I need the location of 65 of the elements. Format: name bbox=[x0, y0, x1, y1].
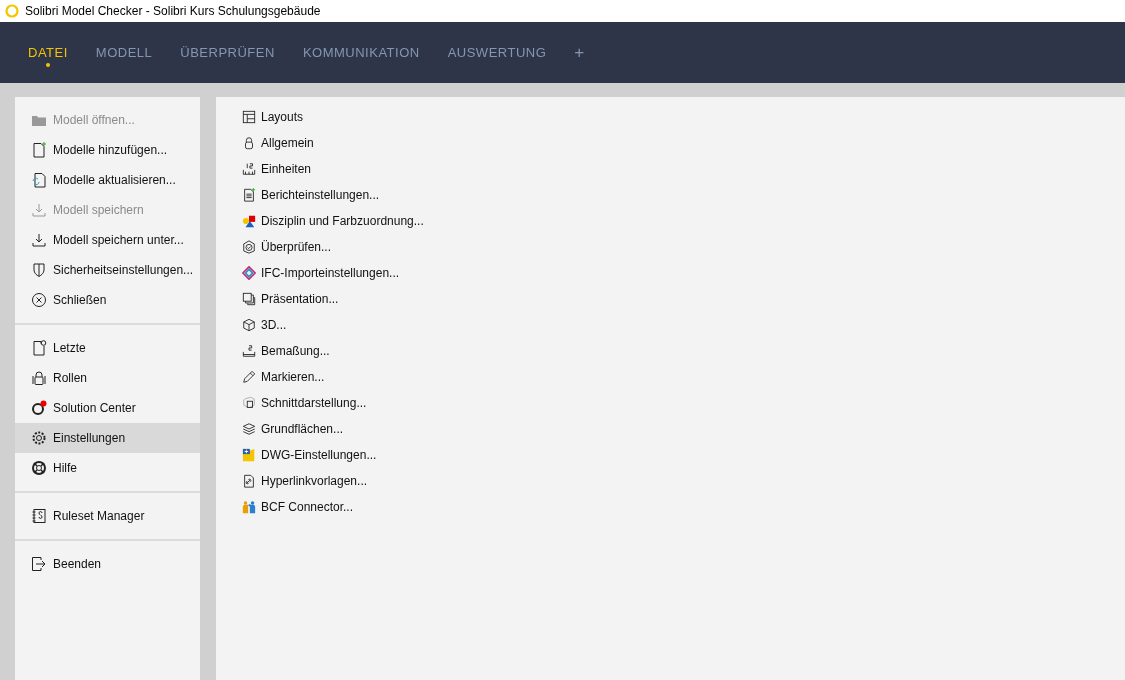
settings-link[interactable]: Schnittdarstellung... bbox=[242, 390, 367, 416]
gear-icon bbox=[31, 430, 47, 446]
settings-link[interactable]: Präsentation... bbox=[242, 286, 339, 312]
sidebar-item[interactable]: Letzte bbox=[15, 333, 200, 363]
document-add-icon bbox=[242, 188, 256, 202]
sidebar-item[interactable]: Modelle hinzufügen... bbox=[15, 135, 200, 165]
notebook-icon bbox=[31, 508, 47, 524]
settings-link[interactable]: Layouts bbox=[242, 104, 304, 130]
ring-dot-icon bbox=[31, 400, 47, 416]
exit-icon bbox=[31, 556, 47, 572]
layout-icon bbox=[242, 110, 256, 124]
settings-link[interactable]: Markieren... bbox=[242, 364, 325, 390]
download-icon bbox=[31, 232, 47, 248]
ruler-icon bbox=[242, 162, 256, 176]
sidebar-item[interactable]: Modell speichern unter... bbox=[15, 225, 200, 255]
document-link-icon bbox=[242, 474, 256, 488]
sidebar-item[interactable]: Solution Center bbox=[15, 393, 200, 423]
menu-tab[interactable]: AUSWERTUNG bbox=[433, 37, 561, 68]
sidebar-item[interactable]: Hilfe bbox=[15, 453, 200, 483]
settings-link[interactable]: IFC-Importeinstellungen... bbox=[242, 260, 400, 286]
settings-link[interactable]: DWG-Einstellungen... bbox=[242, 442, 377, 468]
app-logo-icon bbox=[5, 4, 19, 18]
close-icon bbox=[31, 292, 47, 308]
section-cube-icon bbox=[242, 396, 256, 410]
sidebar-item[interactable]: Einstellungen bbox=[15, 423, 200, 453]
settings-link[interactable]: Hyperlinkvorlagen... bbox=[242, 468, 368, 494]
menu-tab[interactable]: KOMMUNIKATION bbox=[288, 37, 434, 68]
document-refresh-icon bbox=[31, 172, 47, 188]
slides-icon bbox=[242, 292, 256, 306]
sidebar-item[interactable]: Modelle aktualisieren... bbox=[15, 165, 200, 195]
download-icon bbox=[31, 202, 47, 218]
shield-icon bbox=[31, 262, 47, 278]
settings-link[interactable]: BCF Connector... bbox=[242, 494, 354, 520]
diamond-icon bbox=[242, 266, 256, 280]
settings-link[interactable]: Disziplin und Farbzuordnung... bbox=[242, 208, 424, 234]
pencil-icon bbox=[242, 370, 256, 384]
lifebuoy-icon bbox=[31, 460, 47, 476]
menu-tab[interactable]: ÜBERPRÜFEN bbox=[166, 37, 289, 68]
menu-tab[interactable]: DATEI bbox=[14, 37, 82, 68]
sidebar-item[interactable]: Rollen bbox=[15, 363, 200, 393]
lock-icon bbox=[31, 370, 47, 386]
settings-link[interactable]: Grundflächen... bbox=[242, 416, 344, 442]
people-icon bbox=[242, 500, 256, 514]
menu-tab[interactable]: MODELL bbox=[81, 37, 167, 68]
sidebar-item[interactable]: Ruleset Manager bbox=[15, 501, 200, 531]
document-clock-icon bbox=[31, 340, 47, 356]
settings-link[interactable]: 3D... bbox=[242, 312, 287, 338]
lock-icon bbox=[242, 136, 256, 150]
cube-icon bbox=[242, 318, 256, 332]
sidebar-item[interactable]: Beenden bbox=[15, 549, 200, 579]
add-tab-button[interactable]: + bbox=[560, 37, 599, 68]
sidebar-item[interactable]: Sicherheitseinstellungen... bbox=[15, 255, 200, 285]
layers-icon bbox=[242, 422, 256, 436]
window-title: Solibri Model Checker - Solibri Kurs Schulungsgebäude bbox=[25, 4, 321, 18]
settings-link[interactable]: Überprüfen... bbox=[242, 234, 332, 260]
document-add-icon bbox=[31, 142, 47, 158]
settings-link[interactable]: Allgemein bbox=[242, 130, 314, 156]
drawing-file-icon bbox=[242, 448, 256, 462]
settings-link[interactable]: Bemaßung... bbox=[242, 338, 330, 364]
shapes-icon bbox=[242, 214, 256, 228]
dimension-icon bbox=[242, 344, 256, 358]
sidebar-item[interactable]: Schließen bbox=[15, 285, 200, 315]
settings-link[interactable]: Berichteinstellungen... bbox=[242, 182, 380, 208]
settings-link[interactable]: Einheiten bbox=[242, 156, 312, 182]
check-badge-icon bbox=[242, 240, 256, 254]
